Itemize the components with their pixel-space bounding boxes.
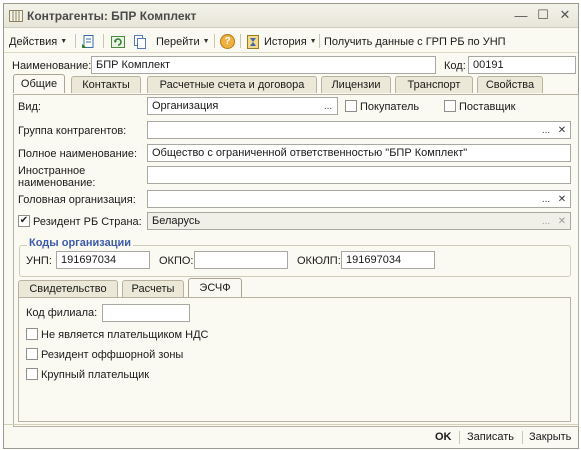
group-clear-button[interactable]: ✕: [555, 122, 569, 138]
head-org-field[interactable]: [147, 190, 571, 208]
ok-button[interactable]: OK: [435, 431, 452, 443]
code-field[interactable]: 00191: [468, 56, 576, 74]
branch-code-label: Код филиала:: [26, 307, 98, 319]
head-org-clear-button[interactable]: ✕: [555, 191, 569, 207]
foreign-name-label-line2: наименование:: [18, 177, 96, 189]
close-button[interactable]: Закрыть: [529, 431, 571, 443]
maximize-button[interactable]: ☐: [536, 7, 550, 22]
okpo-field[interactable]: [194, 251, 288, 269]
copy-button[interactable]: [132, 33, 148, 50]
unp-label: УНП:: [26, 255, 52, 267]
resident-checkbox[interactable]: ✔: [18, 215, 30, 227]
branch-code-field[interactable]: [102, 304, 190, 322]
fullname-label: Полное наименование:: [18, 148, 138, 160]
fetch-registry-button[interactable]: Получить данные с ГРП РБ по УНП: [324, 33, 506, 50]
offshore-resident-label: Резидент оффшорной зоны: [41, 349, 184, 361]
go-menu[interactable]: Перейти ▼: [156, 33, 210, 50]
history-menu[interactable]: История ▼: [245, 33, 317, 50]
tab-esf[interactable]: ЭСЧФ: [188, 278, 242, 297]
tab-settlements[interactable]: Расчеты: [122, 280, 184, 297]
kind-select[interactable]: Организация: [147, 97, 338, 115]
window: Контрагенты: БПР Комплект — ☐ ✕ Действия…: [3, 3, 579, 449]
group-field[interactable]: [147, 121, 571, 139]
foreign-name-label-line1: Иностранное: [18, 165, 86, 177]
kind-value: Организация: [152, 100, 219, 112]
codes-group-title: Коды организации: [27, 237, 133, 249]
offshore-resident-checkbox[interactable]: [26, 348, 38, 360]
tab-contacts[interactable]: Контакты: [71, 76, 141, 93]
separator: [240, 34, 241, 48]
group-label: Группа контрагентов:: [18, 125, 127, 137]
tab-properties[interactable]: Свойства: [477, 76, 543, 93]
okpo-label: ОКПО:: [159, 255, 194, 267]
separator: [459, 431, 460, 444]
kind-select-button[interactable]: ...: [321, 98, 335, 114]
catalog-icon: [9, 10, 23, 22]
dropdown-arrow-icon: ▼: [60, 38, 68, 45]
separator: [522, 431, 523, 444]
title-bar: Контрагенты: БПР Комплект — ☐ ✕: [4, 4, 578, 28]
not-vat-payer-label: Не является плательщиком НДС: [41, 329, 209, 341]
buyer-label: Покупатель: [360, 101, 420, 113]
foreign-name-field[interactable]: [147, 166, 571, 184]
actions-menu[interactable]: Действия ▼: [9, 33, 67, 50]
name-label: Наименование:: [12, 60, 92, 72]
separator: [319, 34, 320, 48]
country-select-button[interactable]: ...: [539, 213, 553, 229]
history-icon: [247, 34, 259, 49]
copy-icon: [134, 34, 146, 49]
code-label: Код:: [444, 60, 466, 72]
history-label: История: [264, 35, 307, 48]
footer-bar: OK Записать Закрыть: [4, 424, 578, 448]
help-button[interactable]: ?: [220, 33, 235, 50]
supplier-label: Поставщик: [459, 101, 516, 113]
not-vat-payer-checkbox[interactable]: [26, 328, 38, 340]
fullname-field[interactable]: Общество с ограниченной ответственностью…: [147, 144, 571, 162]
group-select-button[interactable]: ...: [539, 122, 553, 138]
tab-licenses[interactable]: Лицензии: [321, 76, 391, 93]
refresh-icon: [111, 35, 125, 48]
close-window-button[interactable]: ✕: [558, 7, 572, 22]
separator: [103, 34, 104, 48]
help-icon: ?: [220, 34, 235, 49]
dropdown-arrow-icon: ▼: [202, 38, 210, 45]
tab-certificate[interactable]: Свидетельство: [18, 280, 118, 297]
okulp-field[interactable]: 191697034: [341, 251, 435, 269]
window-title: Контрагенты: БПР Комплект: [27, 9, 197, 23]
go-label: Перейти: [156, 35, 200, 48]
unp-field[interactable]: 191697034: [56, 251, 150, 269]
post-document-button[interactable]: [81, 33, 97, 50]
tab-accounts-contracts[interactable]: Расчетные счета и договора: [147, 76, 317, 93]
name-field[interactable]: БПР Комплект: [91, 56, 436, 74]
head-org-label: Головная организация:: [18, 194, 136, 206]
okulp-label: ОКЮЛП:: [297, 255, 341, 267]
resident-label: Резидент РБ Страна:: [33, 216, 142, 228]
fetch-registry-label: Получить данные с ГРП РБ по УНП: [324, 35, 506, 48]
separator: [75, 34, 76, 48]
toolbar: Действия ▼ Перейти ▼ ? История ▼ Получит…: [4, 29, 578, 53]
large-payer-label: Крупный плательщик: [41, 369, 150, 381]
kind-label: Вид:: [18, 101, 41, 113]
tab-transport[interactable]: Транспорт: [395, 76, 473, 93]
buyer-checkbox[interactable]: [345, 100, 357, 112]
save-button[interactable]: Записать: [467, 431, 514, 443]
dropdown-arrow-icon: ▼: [309, 38, 317, 45]
minimize-button[interactable]: —: [514, 8, 528, 23]
actions-label: Действия: [9, 35, 58, 48]
document-post-icon: [82, 34, 94, 48]
country-clear-button[interactable]: ✕: [555, 213, 569, 229]
window-controls: — ☐ ✕: [514, 7, 572, 23]
head-org-select-button[interactable]: ...: [539, 191, 553, 207]
supplier-checkbox[interactable]: [444, 100, 456, 112]
large-payer-checkbox[interactable]: [26, 368, 38, 380]
tab-general[interactable]: Общие: [13, 74, 65, 93]
country-field[interactable]: Беларусь: [147, 212, 571, 230]
refresh-button[interactable]: [110, 33, 126, 50]
separator: [214, 34, 215, 48]
